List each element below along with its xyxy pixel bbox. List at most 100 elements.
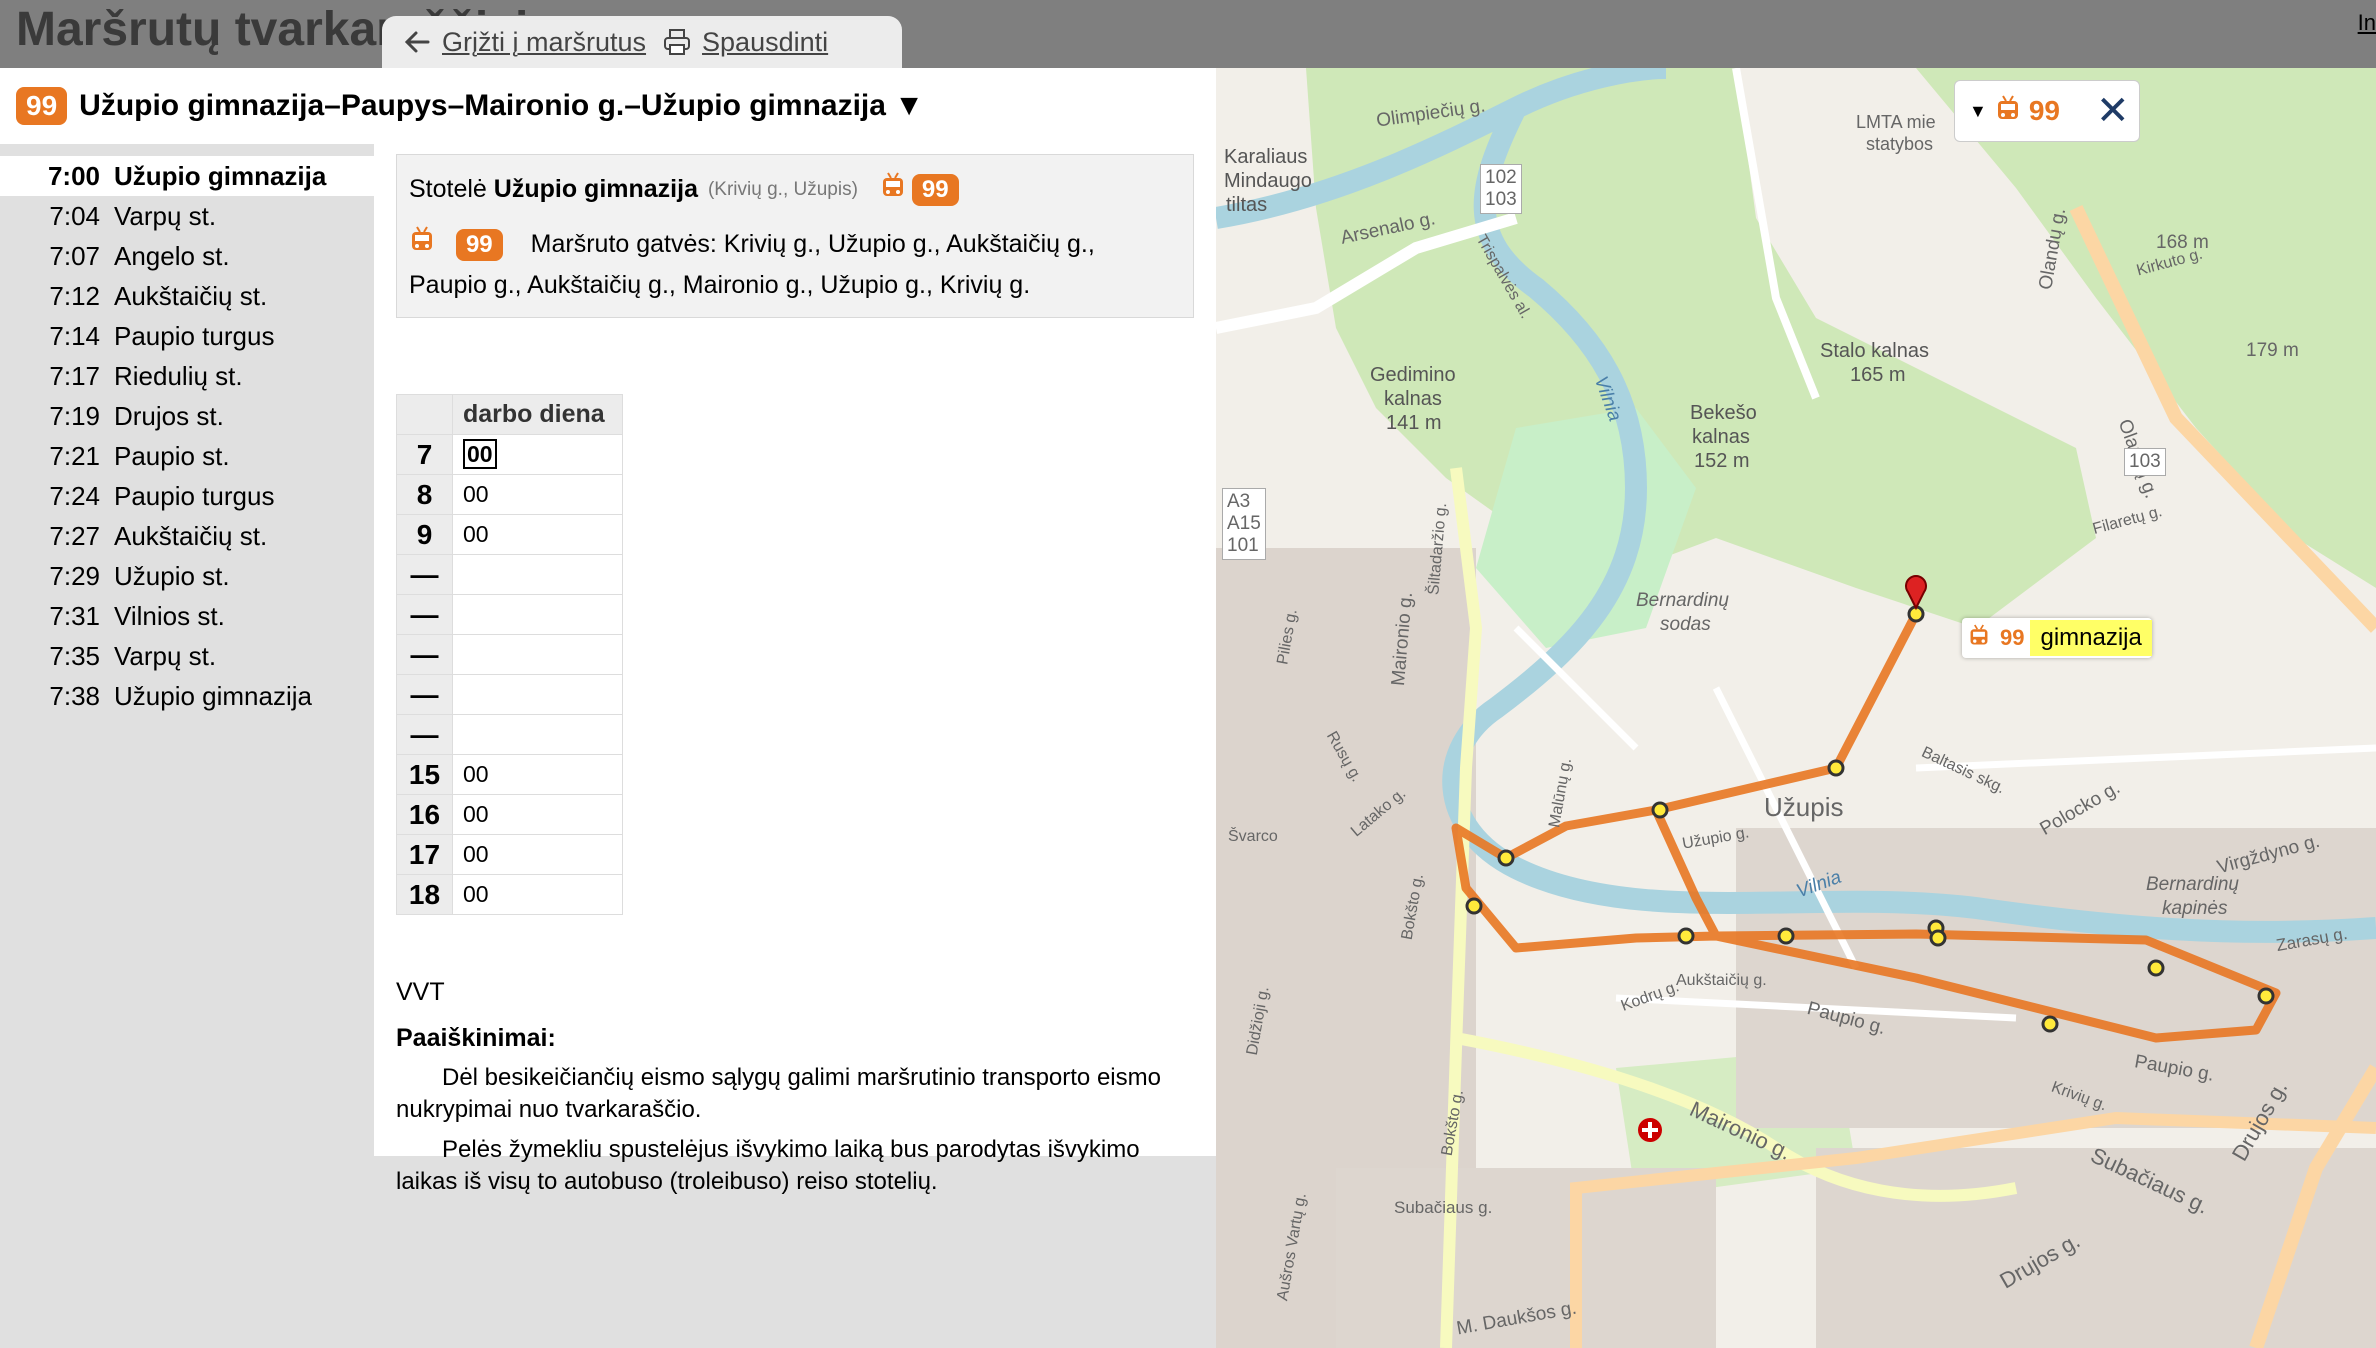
hour-cell: 7 (396, 434, 453, 475)
close-icon[interactable]: ✕ (2096, 88, 2130, 134)
map-label: Mindaugo (1224, 170, 1312, 192)
minute-value[interactable]: 00 (463, 439, 497, 469)
hour-cell: 17 (396, 834, 453, 875)
stop-name: Užupio st. (114, 560, 230, 591)
minute-cell (452, 714, 623, 755)
timetable-header-row: darbo diena (396, 394, 623, 435)
road-shield: 102 103 (1480, 164, 1522, 214)
timetable-row: 18 00 (396, 874, 623, 915)
map-label: Subačiaus g. (1394, 1198, 1493, 1217)
stop-item[interactable]: 7:14 Paupio turgus (0, 316, 374, 356)
map-label: Švarco (1228, 828, 1278, 845)
day-type-header: darbo diena (452, 394, 623, 435)
stop-name: Angelo st. (114, 240, 230, 271)
map-label: Karaliaus (1224, 146, 1308, 168)
arrow-left-icon (404, 31, 430, 53)
caret-down-icon[interactable]: ▼ (1969, 101, 1987, 122)
stop-name: Aukštaičių st. (114, 520, 268, 551)
print-link[interactable]: Spausdinti (662, 27, 828, 58)
stop-time: 7:12 (49, 280, 100, 311)
stop-info-box: Stotelė Užupio gimnazija (Krivių g., Užu… (396, 154, 1194, 318)
map-label: kalnas (1384, 388, 1442, 410)
back-link[interactable]: Grįžti į maršrutus (402, 27, 646, 58)
stop-list: 7:00 Užupio gimnazija 7:04 Varpų st. 7:07 A… (0, 144, 374, 716)
minute-cell[interactable]: 00 (452, 834, 623, 875)
stop-name: Riedulių st. (114, 360, 243, 391)
hour-cell: — (396, 554, 453, 595)
route-title[interactable]: Užupio gimnazija–Paupys–Maironio g.–Užup… (79, 89, 924, 123)
stop-item-selected[interactable]: 7:00 Užupio gimnazija (0, 156, 374, 196)
minute-cell (452, 674, 623, 715)
stop-name: Paupio st. (114, 440, 230, 471)
minute-cell-selected[interactable]: 00 (452, 434, 623, 475)
timetable-panel: Stotelė Užupio gimnazija (Krivių g., Užu… (374, 144, 1216, 1195)
stop-time: 7:04 (49, 200, 100, 231)
hour-cell: — (396, 674, 453, 715)
stop-item[interactable]: 7:29 Užupio st. (0, 556, 374, 596)
map-label: kalnas (1692, 426, 1750, 448)
stop-time: 7:27 (49, 520, 100, 551)
toolbar-tab: Grįžti į maršrutus Spausdinti (382, 16, 902, 68)
stop-item[interactable]: 7:17 Riedulių st. (0, 356, 374, 396)
hour-cell: 9 (396, 514, 453, 555)
stop-details: (Krivių g., Užupis) (707, 178, 858, 200)
stop-name: Paupio turgus (114, 480, 275, 511)
stop-item[interactable]: 7:04 Varpų st. (0, 196, 374, 236)
minute-cell[interactable]: 00 (452, 794, 623, 835)
timetable-row: 16 00 (396, 794, 623, 835)
stop-name: Užupio gimnazija (114, 680, 312, 711)
timetable-row: 15 00 (396, 754, 623, 795)
map-label: 179 m (2246, 340, 2299, 361)
map-label: Stalo kalnas (1820, 340, 1929, 362)
stop-item[interactable]: 7:19 Drujos st. (0, 396, 374, 436)
stop-item[interactable]: 7:31 Vilnios st. (0, 596, 374, 636)
map-label: 165 m (1850, 364, 1906, 386)
route-map[interactable]: Olimpiečių g. Karaliaus Mindaugo tiltas … (1216, 68, 2376, 1348)
stop-item[interactable]: 7:27 Aukštaičių st. (0, 516, 374, 556)
schedule-panel: 99 Užupio gimnazija–Paupys–Maironio g.–U… (0, 68, 1216, 1348)
minute-cell[interactable]: 00 (452, 754, 623, 795)
road-shield: A3 A15 101 (1222, 488, 1266, 560)
stop-item[interactable]: 7:35 Varpų st. (0, 636, 374, 676)
explanation-paragraph: Dėl besikeičiančių eismo sąlygų galimi m… (396, 1064, 1161, 1123)
timetable-row: 8 00 (396, 474, 623, 515)
minute-cell[interactable]: 00 (452, 514, 623, 555)
stop-item[interactable]: 7:24 Paupio turgus (0, 476, 374, 516)
minute-cell (452, 594, 623, 635)
hour-cell: 16 (396, 794, 453, 835)
stop-time: 7:19 (49, 400, 100, 431)
hour-cell: — (396, 594, 453, 635)
stop-time: 7:24 (49, 480, 100, 511)
stop-name: Aukštaičių st. (114, 280, 268, 311)
hour-cell: — (396, 634, 453, 675)
route-number-badge: 99 (16, 87, 68, 125)
operator-label: VVT (396, 978, 445, 1006)
timetable-row: — (396, 674, 623, 715)
map-route-control: ▼ 99 ✕ (1954, 80, 2140, 142)
route-header[interactable]: 99 Užupio gimnazija–Paupys–Maironio g.–U… (0, 68, 1216, 144)
trolleybus-icon (409, 225, 435, 266)
stop-list-spacer (0, 144, 374, 156)
map-label: Bekešo (1690, 402, 1757, 424)
stop-item[interactable]: 7:12 Aukštaičių st. (0, 276, 374, 316)
stop-name-bold: Užupio gimnazija (493, 175, 698, 203)
back-label: Grįžti į maršrutus (442, 26, 647, 57)
map-label: Užupis (1764, 792, 1844, 822)
explanation-paragraph: Pelės žymekliu spustelėjus išvykimo laik… (396, 1136, 1140, 1195)
stop-name: Paupio turgus (114, 320, 275, 351)
timetable-row: 17 00 (396, 834, 623, 875)
stop-route-badge[interactable]: 99 (911, 173, 959, 206)
minute-cell[interactable]: 00 (452, 874, 623, 915)
streets-route-badge[interactable]: 99 (455, 229, 503, 262)
hour-cell: — (396, 714, 453, 755)
minute-cell[interactable]: 00 (452, 474, 623, 515)
hour-cell: 18 (396, 874, 453, 915)
stop-item[interactable]: 7:38 Užupio gimnazija (0, 676, 374, 716)
stop-time: 7:14 (49, 320, 100, 351)
stop-time: 7:29 (49, 560, 100, 591)
stop-item[interactable]: 7:07 Angelo st. (0, 236, 374, 276)
top-bar: Maršrutų tvarkaraščiai In Grįžti į maršr… (0, 0, 2376, 68)
corner-link[interactable]: In (2358, 10, 2376, 36)
map-label: sodas (1660, 614, 1711, 635)
stop-item[interactable]: 7:21 Paupio st. (0, 436, 374, 476)
